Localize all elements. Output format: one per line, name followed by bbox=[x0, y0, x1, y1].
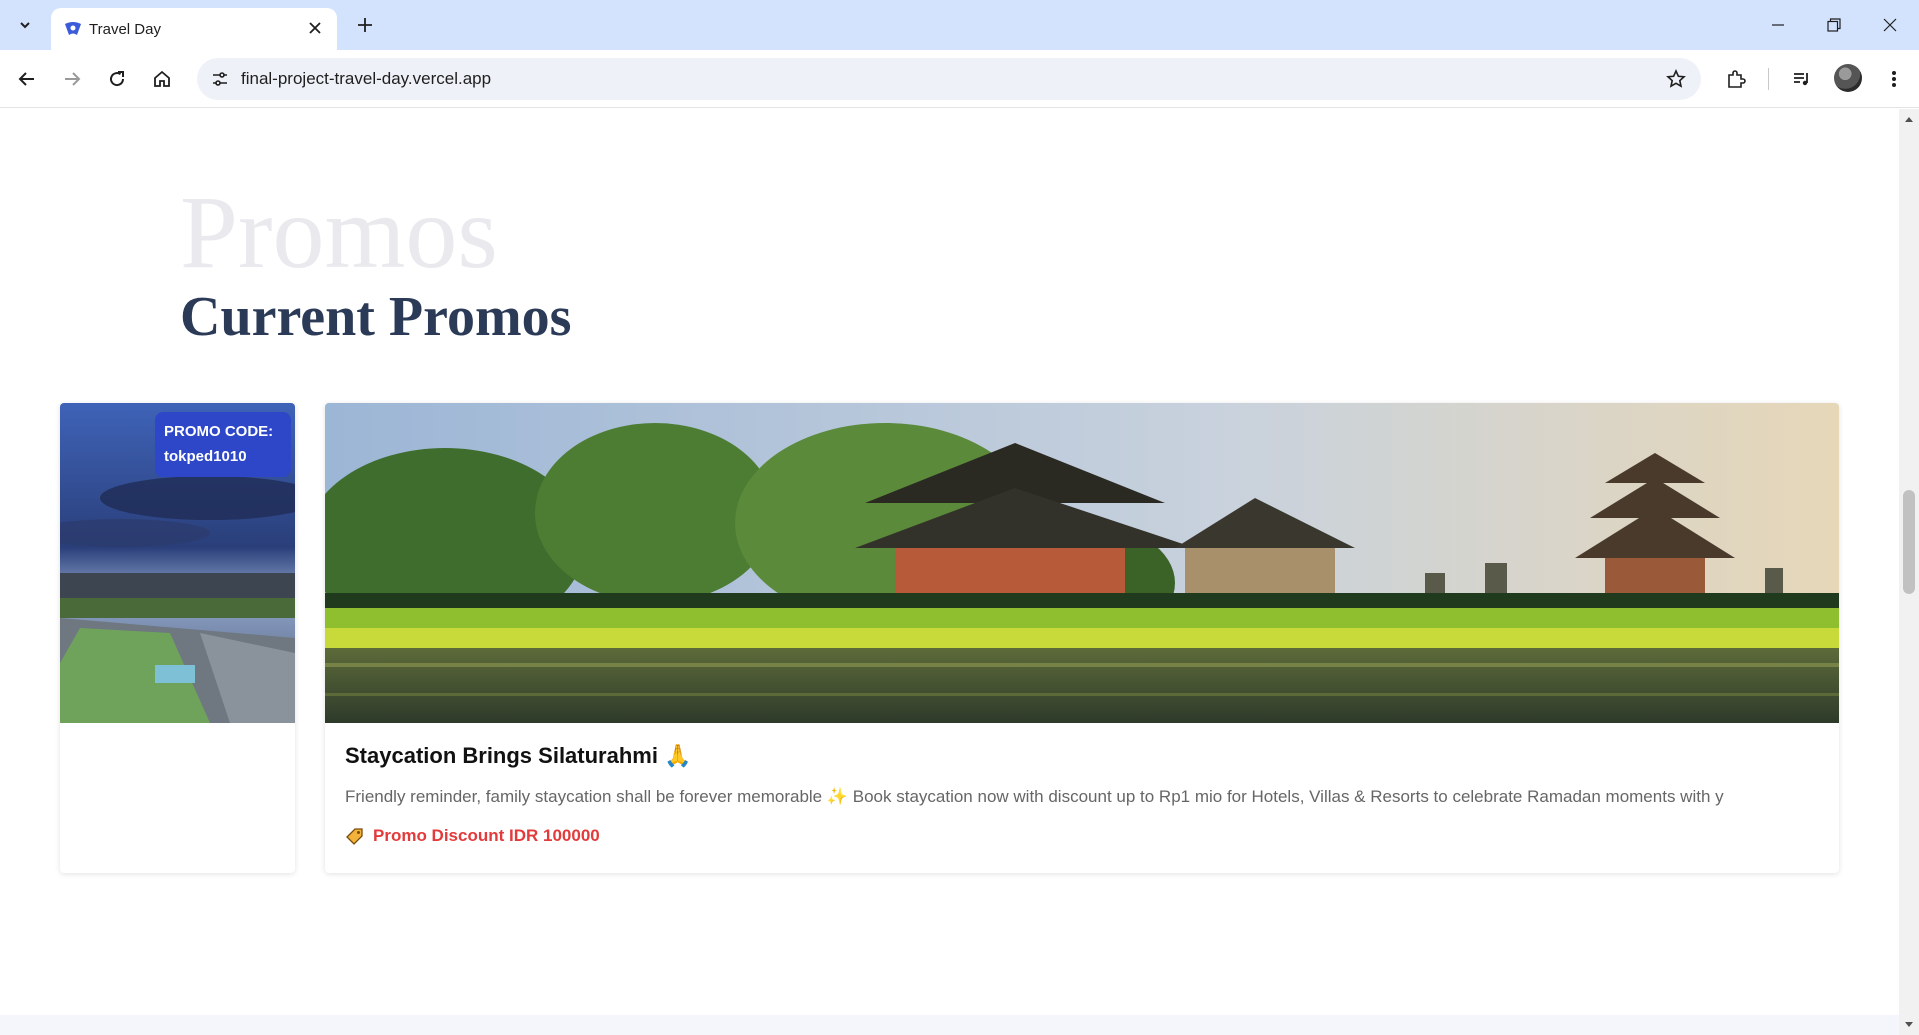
promo-title[interactable]: Staycation Brings Silaturahmi 🙏 bbox=[345, 743, 691, 769]
url-text[interactable]: final-project-travel-day.vercel.app bbox=[241, 69, 491, 89]
forward-button[interactable] bbox=[56, 63, 88, 95]
next-section-edge bbox=[0, 1015, 1899, 1035]
triangle-up-icon bbox=[1905, 117, 1913, 122]
travel-day-favicon-icon bbox=[65, 22, 81, 35]
new-tab-button[interactable] bbox=[352, 12, 378, 38]
promo-card[interactable]: Staycation Brings Silaturahmi 🙏 Friendly… bbox=[325, 403, 1839, 873]
promo-card[interactable]: PROMO CODE: tokped1010 bbox=[60, 403, 295, 873]
promo-image-temple bbox=[325, 403, 1839, 723]
playlist-icon bbox=[1794, 73, 1808, 86]
bookmark-button[interactable] bbox=[1665, 68, 1687, 90]
site-info-button[interactable] bbox=[209, 68, 231, 90]
arrow-right-icon bbox=[65, 72, 81, 86]
scroll-down-button[interactable] bbox=[1899, 1018, 1919, 1032]
puzzle-icon bbox=[1728, 70, 1746, 88]
arrow-left-icon bbox=[18, 72, 34, 86]
tune-icon bbox=[213, 72, 227, 86]
browser-toolbar: final-project-travel-day.vercel.app bbox=[0, 50, 1919, 108]
toolbar-divider bbox=[1768, 68, 1769, 90]
close-icon bbox=[1883, 18, 1897, 32]
tab-search-button[interactable] bbox=[10, 11, 40, 39]
window-close-button[interactable] bbox=[1870, 10, 1910, 40]
back-button[interactable] bbox=[11, 63, 43, 95]
scrollbar-thumb[interactable] bbox=[1903, 490, 1915, 594]
triangle-down-icon bbox=[1905, 1022, 1913, 1027]
reload-icon bbox=[110, 71, 125, 87]
section-title: Current Promos bbox=[180, 286, 572, 348]
promo-code-badge: PROMO CODE: tokped1010 bbox=[155, 412, 291, 477]
page-scrollbar[interactable] bbox=[1899, 109, 1919, 1035]
promo-discount: Promo Discount IDR 100000 bbox=[345, 826, 600, 846]
section-background-word: Promos bbox=[180, 175, 498, 290]
reload-button[interactable] bbox=[101, 63, 133, 95]
tab-close-button[interactable] bbox=[305, 18, 325, 38]
promo-description: Friendly reminder, family staycation sha… bbox=[345, 787, 1724, 806]
restore-icon bbox=[1827, 18, 1841, 32]
tab-strip: Travel Day bbox=[0, 0, 1919, 50]
minimize-icon bbox=[1772, 24, 1784, 26]
address-bar[interactable]: final-project-travel-day.vercel.app bbox=[197, 58, 1701, 100]
media-control-button[interactable] bbox=[1786, 63, 1818, 95]
active-tab[interactable]: Travel Day bbox=[51, 8, 337, 50]
extensions-button[interactable] bbox=[1720, 63, 1752, 95]
scroll-up-button[interactable] bbox=[1899, 112, 1919, 126]
promo-code-value: tokped1010 bbox=[164, 448, 247, 465]
minimize-button[interactable] bbox=[1758, 10, 1798, 40]
tab-title: Travel Day bbox=[89, 21, 161, 38]
restore-button[interactable] bbox=[1814, 10, 1854, 40]
price-tag-icon bbox=[346, 828, 363, 845]
star-icon bbox=[1666, 69, 1686, 88]
promo-code-label: PROMO CODE: bbox=[164, 423, 274, 440]
promo-discount-text: Promo Discount IDR 100000 bbox=[373, 826, 600, 845]
more-vertical-icon bbox=[1892, 71, 1896, 87]
home-icon bbox=[154, 70, 170, 87]
chevron-down-icon bbox=[20, 22, 30, 29]
home-button[interactable] bbox=[146, 63, 178, 95]
browser-menu-button[interactable] bbox=[1878, 63, 1910, 95]
plus-icon bbox=[358, 18, 372, 32]
page-viewport: Promos Current Promos PROMO CODE: tokped… bbox=[0, 109, 1899, 1035]
close-icon bbox=[309, 22, 321, 34]
profile-avatar[interactable] bbox=[1834, 64, 1862, 92]
